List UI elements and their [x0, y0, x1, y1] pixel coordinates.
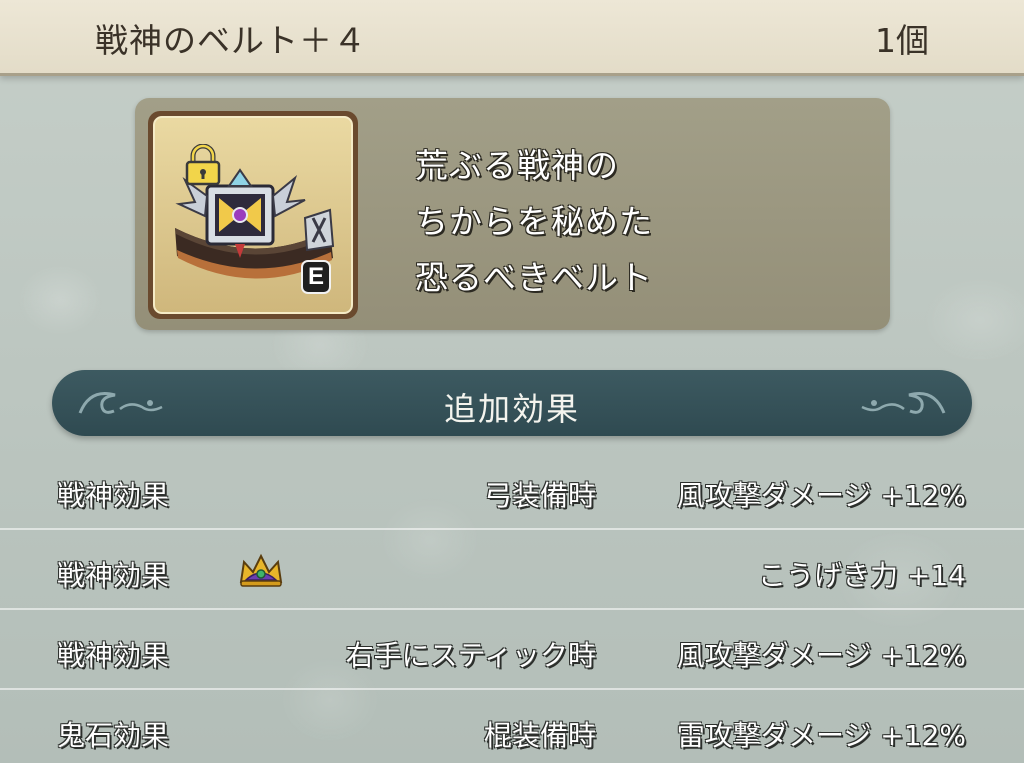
- effect-label: 鬼石効果: [57, 719, 170, 752]
- section-banner: 追加効果: [52, 370, 972, 436]
- description-line: 恐るべきベルト: [415, 258, 653, 297]
- effect-condition: 右手にスティック時: [345, 639, 596, 672]
- item-detail-panel: E 荒ぶる戦神の ちからを秘めた 恐るべきベルト: [135, 98, 890, 330]
- item-count: 1個: [875, 21, 929, 60]
- effect-condition: 棍装備時: [483, 719, 596, 752]
- effect-label: 戦神効果: [57, 639, 170, 672]
- item-header: 戦神のベルト＋４ 1個: [0, 0, 1024, 76]
- item-icon-frame[interactable]: E: [148, 111, 358, 319]
- effect-label: 戦神効果: [57, 559, 170, 592]
- item-name: 戦神のベルト＋４: [95, 21, 367, 60]
- effect-row: 戦神効果 弓装備時 風攻撃ダメージ +12%: [0, 450, 1024, 530]
- ornament-right-icon: [861, 392, 946, 414]
- effect-condition: 弓装備時: [483, 479, 596, 512]
- effect-value: こうげき力 +14: [758, 559, 966, 592]
- lock-icon: [185, 144, 221, 186]
- equipped-badge: E: [301, 260, 331, 294]
- effect-value: 雷攻撃ダメージ +12%: [676, 719, 966, 752]
- crown-icon: [239, 553, 283, 587]
- description-line: ちからを秘めた: [415, 202, 653, 241]
- effect-value: 風攻撃ダメージ +12%: [676, 639, 966, 672]
- belt-icon: E: [153, 116, 353, 314]
- item-description: 荒ぶる戦神の ちからを秘めた 恐るべきベルト: [415, 138, 653, 306]
- effect-row: 鬼石効果 棍装備時 雷攻撃ダメージ +12%: [0, 690, 1024, 763]
- effect-value: 風攻撃ダメージ +12%: [676, 479, 966, 512]
- section-title: 追加効果: [443, 390, 580, 428]
- effect-label: 戦神効果: [57, 479, 170, 512]
- description-line: 荒ぶる戦神の: [415, 146, 619, 185]
- effect-row: 戦神効果 こうげき力 +14: [0, 530, 1024, 610]
- effect-row: 戦神効果 右手にスティック時 風攻撃ダメージ +12%: [0, 610, 1024, 690]
